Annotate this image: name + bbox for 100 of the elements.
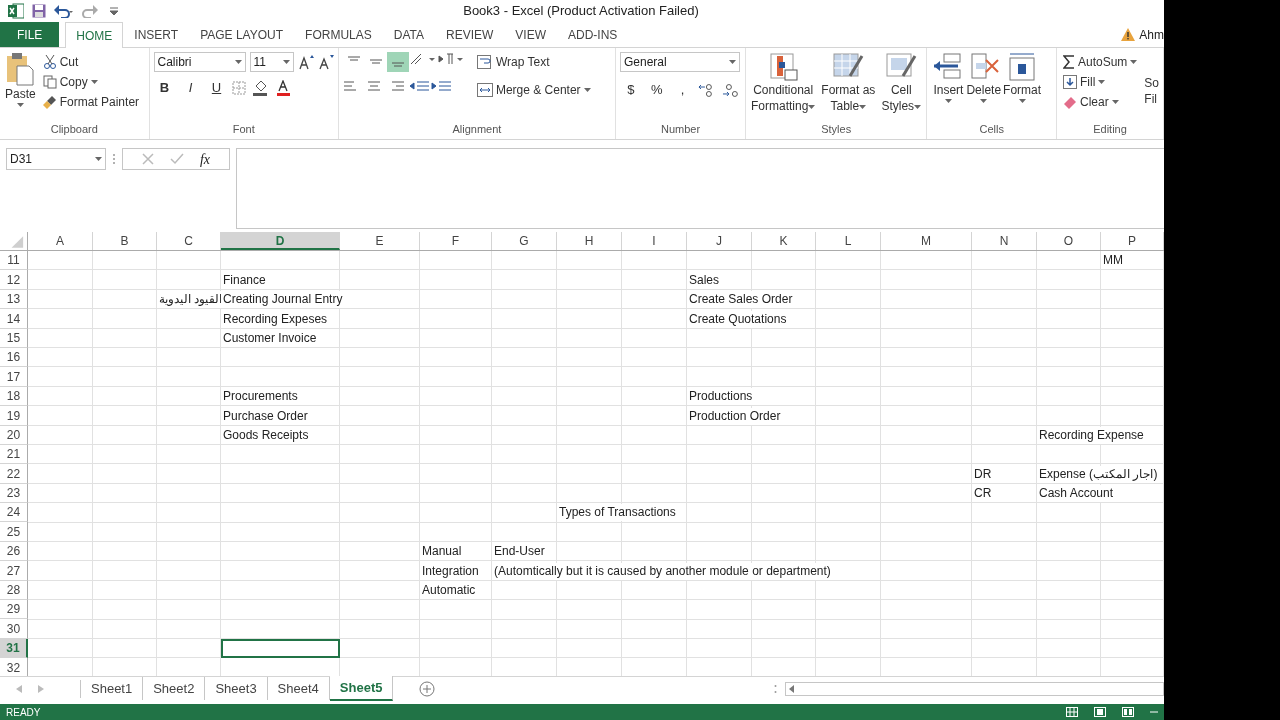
ribbon-tab[interactable]: FORMULAS — [294, 22, 383, 47]
merge-center-button[interactable]: Merge & Center — [474, 80, 593, 100]
ribbon-tab[interactable]: HOME — [65, 22, 124, 48]
paste-button[interactable]: Paste — [4, 52, 37, 121]
bottom-align-icon[interactable] — [386, 52, 409, 72]
row-header[interactable]: 31 — [0, 638, 28, 659]
column-header[interactable]: D — [221, 232, 340, 250]
row-header[interactable]: 18 — [0, 386, 28, 407]
ribbon-tab[interactable]: REVIEW — [435, 22, 505, 47]
ribbon-tab[interactable]: ADD-INS — [557, 22, 629, 47]
column-header[interactable]: I — [622, 232, 687, 250]
ribbon-tab[interactable]: VIEW — [504, 22, 557, 47]
cut-button[interactable]: Cut — [40, 52, 142, 72]
clear-button[interactable]: Clear — [1061, 92, 1140, 112]
conditional-formatting-button[interactable]: Conditional Formatting — [750, 52, 817, 121]
row-header[interactable]: 16 — [0, 347, 28, 368]
row-header[interactable]: 30 — [0, 619, 28, 639]
number-format-field[interactable]: General — [620, 52, 740, 72]
scrollbar-drawing[interactable] — [785, 681, 1164, 696]
row-header[interactable]: 12 — [0, 270, 28, 290]
increase-indent-icon[interactable] — [430, 80, 453, 92]
column-header[interactable]: H — [557, 232, 622, 250]
row-header[interactable]: 23 — [0, 483, 28, 504]
save-icon[interactable] — [32, 4, 46, 18]
normal-view-icon[interactable] — [1066, 707, 1078, 717]
row-header[interactable]: 17 — [0, 367, 28, 387]
underline-button[interactable]: U — [205, 78, 228, 98]
column-header[interactable]: F — [420, 232, 492, 250]
page-layout-icon[interactable] — [1094, 707, 1106, 717]
ribbon-tab[interactable]: DATA — [382, 22, 435, 47]
comma-button[interactable]: , — [671, 80, 694, 100]
column-header[interactable]: J — [687, 232, 752, 250]
row-header[interactable]: 13 — [0, 289, 28, 310]
column-header[interactable]: B — [93, 232, 157, 250]
zoom-out-icon[interactable] — [1150, 708, 1158, 716]
font-name-field[interactable]: Calibri — [153, 52, 246, 72]
account-name[interactable]: Ahm — [1139, 25, 1164, 44]
ribbon-tab[interactable]: PAGE LAYOUT — [189, 22, 295, 47]
file-tab[interactable]: FILE — [0, 22, 60, 47]
copy-button[interactable]: Copy — [40, 72, 142, 92]
decrease-decimal-icon[interactable] — [721, 82, 741, 98]
sheet-tab[interactable]: Sheet4 — [267, 676, 330, 701]
text-direction-icon[interactable] — [436, 52, 463, 66]
row-header[interactable]: 20 — [0, 425, 28, 445]
row-header[interactable]: 26 — [0, 541, 28, 562]
cell-styles-button[interactable]: Cell Styles — [880, 52, 923, 121]
fill-button[interactable]: Fill — [1061, 72, 1140, 92]
format-button[interactable]: Format — [1002, 52, 1043, 121]
sheet-tab[interactable]: Sheet3 — [205, 676, 268, 701]
customize-icon[interactable] — [110, 7, 118, 15]
orientation-icon[interactable] — [408, 52, 437, 66]
formula-input[interactable] — [236, 148, 1164, 229]
column-header[interactable]: E — [340, 232, 420, 250]
insert-function-button[interactable]: fx — [199, 148, 211, 170]
currency-button[interactable]: $ — [620, 80, 642, 100]
column-header[interactable]: N — [972, 232, 1037, 250]
column-header[interactable]: M — [881, 232, 972, 250]
sheet-tab[interactable]: Sheet1 — [81, 676, 144, 701]
split-handle-icon[interactable] — [774, 683, 777, 694]
row-header[interactable]: 29 — [0, 600, 28, 620]
grow-font-icon[interactable] — [297, 54, 314, 70]
autosum-button[interactable]: AutoSum — [1061, 52, 1140, 72]
new-sheet-icon[interactable] — [419, 680, 436, 697]
bold-button[interactable]: B — [153, 78, 176, 98]
column-header[interactable]: K — [752, 232, 816, 250]
row-header[interactable]: 11 — [0, 251, 28, 271]
ribbon-tab[interactable]: INSERT — [123, 22, 190, 47]
row-header[interactable]: 22 — [0, 464, 28, 484]
row-header[interactable]: 25 — [0, 522, 28, 542]
column-header[interactable]: O — [1037, 232, 1101, 250]
format-as-table-button[interactable]: Format as Table — [820, 52, 877, 121]
row-header[interactable]: 27 — [0, 561, 28, 581]
undo-icon[interactable] — [54, 4, 74, 18]
shrink-font-icon[interactable] — [317, 54, 334, 70]
row-header[interactable]: 28 — [0, 580, 28, 601]
row-header[interactable]: 15 — [0, 328, 28, 348]
row-header[interactable]: 14 — [0, 309, 28, 329]
name-box[interactable]: D31 — [6, 148, 106, 170]
insert-button[interactable]: Insert — [931, 52, 966, 121]
scroll-right-icon[interactable] — [38, 684, 44, 693]
column-header[interactable]: G — [492, 232, 557, 250]
column-header[interactable]: A — [28, 232, 93, 250]
decrease-indent-icon[interactable] — [408, 80, 431, 92]
active-cell[interactable] — [221, 638, 340, 659]
sheet-tab[interactable]: Sheet2 — [143, 676, 206, 701]
check-icon[interactable] — [169, 153, 184, 165]
italic-button[interactable]: I — [179, 78, 202, 98]
percent-button[interactable]: % — [645, 80, 668, 100]
row-header[interactable]: 24 — [0, 503, 28, 523]
column-header[interactable]: L — [816, 232, 881, 250]
font-size-field[interactable]: 11 — [249, 52, 294, 72]
page-break-icon[interactable] — [1122, 707, 1134, 717]
row-header[interactable]: 21 — [0, 444, 28, 465]
delete-button[interactable]: Delete — [965, 52, 1003, 121]
format-painter-button[interactable]: Format Painter — [40, 92, 142, 112]
wrap-text-button[interactable]: Wrap Text — [474, 52, 593, 72]
row-header[interactable]: 19 — [0, 406, 28, 426]
sort-filter-button[interactable]: So Fil — [1143, 52, 1159, 121]
cancel-icon[interactable] — [141, 153, 154, 165]
scroll-left-icon[interactable] — [16, 684, 22, 693]
